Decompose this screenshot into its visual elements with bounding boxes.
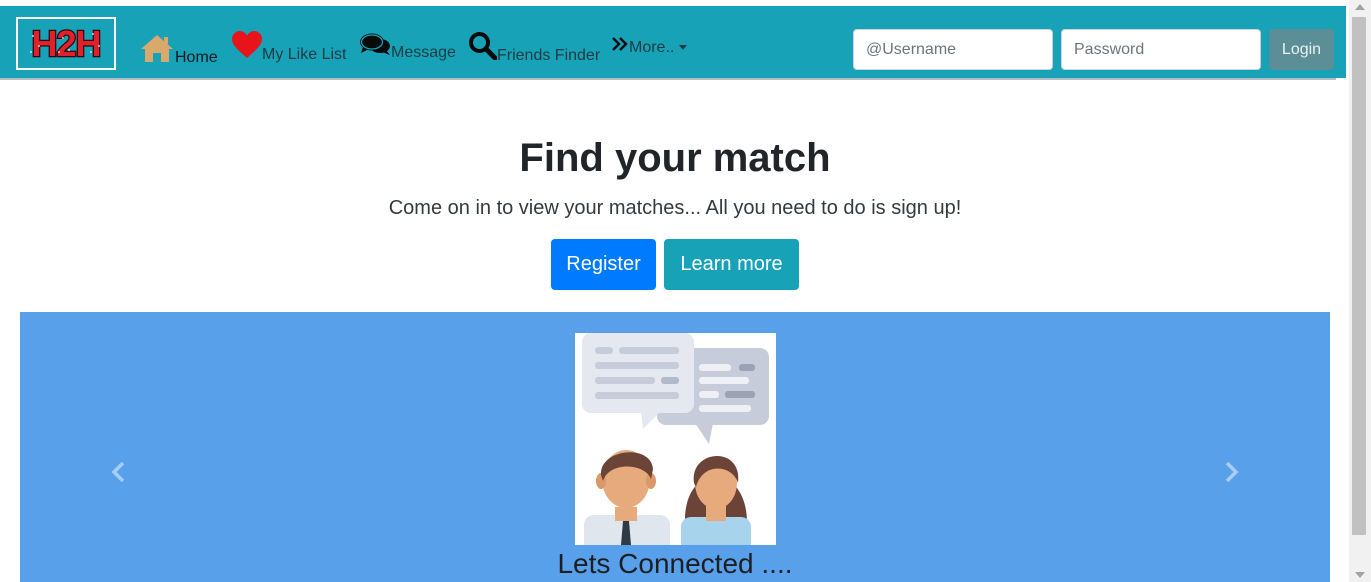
hero-subtitle: Come on in to view your matches... All y… xyxy=(388,197,962,219)
logo-graphic: H2H xyxy=(30,22,103,65)
page: H2H Home My Like List Message Friends Fi… xyxy=(0,0,1371,582)
carousel-image-chat-people xyxy=(575,333,776,545)
scrollbar-thumb[interactable] xyxy=(1352,17,1366,535)
search-icon xyxy=(468,31,498,65)
logo-text: H2H xyxy=(31,23,100,64)
comments-icon xyxy=(360,32,391,62)
nav-message[interactable]: Message xyxy=(360,32,456,62)
scroll-down-arrow-icon[interactable] xyxy=(1355,572,1365,578)
nav-friends-finder-label: Friends Finder xyxy=(497,47,601,64)
chevron-left-icon xyxy=(111,461,125,483)
carousel-prev-button[interactable] xyxy=(106,458,130,486)
nav-friends-finder[interactable]: Friends Finder xyxy=(468,31,600,65)
nav-like-list[interactable]: My Like List xyxy=(232,31,346,64)
angle-double-right-icon xyxy=(611,36,629,57)
navbar-divider xyxy=(0,78,1336,80)
nav-home-label: Home xyxy=(175,49,218,66)
page-title: Find your match xyxy=(519,136,831,180)
login-button[interactable]: Login xyxy=(1269,29,1334,70)
scroll-up-arrow-icon[interactable] xyxy=(1355,4,1365,10)
carousel-next-button[interactable] xyxy=(1220,458,1244,486)
nav-more-label: More.. xyxy=(629,39,675,56)
nav-more-dropdown[interactable]: More.. xyxy=(611,36,688,57)
nav-like-list-label: My Like List xyxy=(262,46,347,63)
site-logo[interactable]: H2H xyxy=(16,17,116,70)
nav-home[interactable]: Home xyxy=(140,34,218,67)
navbar: H2H Home My Like List Message Friends Fi… xyxy=(0,6,1346,78)
home-icon xyxy=(140,34,174,67)
page-scrollbar[interactable] xyxy=(1349,0,1371,582)
caret-down-icon xyxy=(679,45,688,50)
username-input[interactable] xyxy=(853,29,1053,70)
learn-more-button[interactable]: Learn more xyxy=(664,239,799,290)
password-input[interactable] xyxy=(1061,29,1261,70)
chevron-right-icon xyxy=(1225,461,1239,483)
carousel: Lets Connected .... xyxy=(20,312,1330,582)
carousel-caption: Lets Connected .... xyxy=(557,548,793,579)
heart-icon xyxy=(232,31,262,64)
register-button[interactable]: Register xyxy=(551,239,656,290)
nav-message-label: Message xyxy=(391,44,456,61)
